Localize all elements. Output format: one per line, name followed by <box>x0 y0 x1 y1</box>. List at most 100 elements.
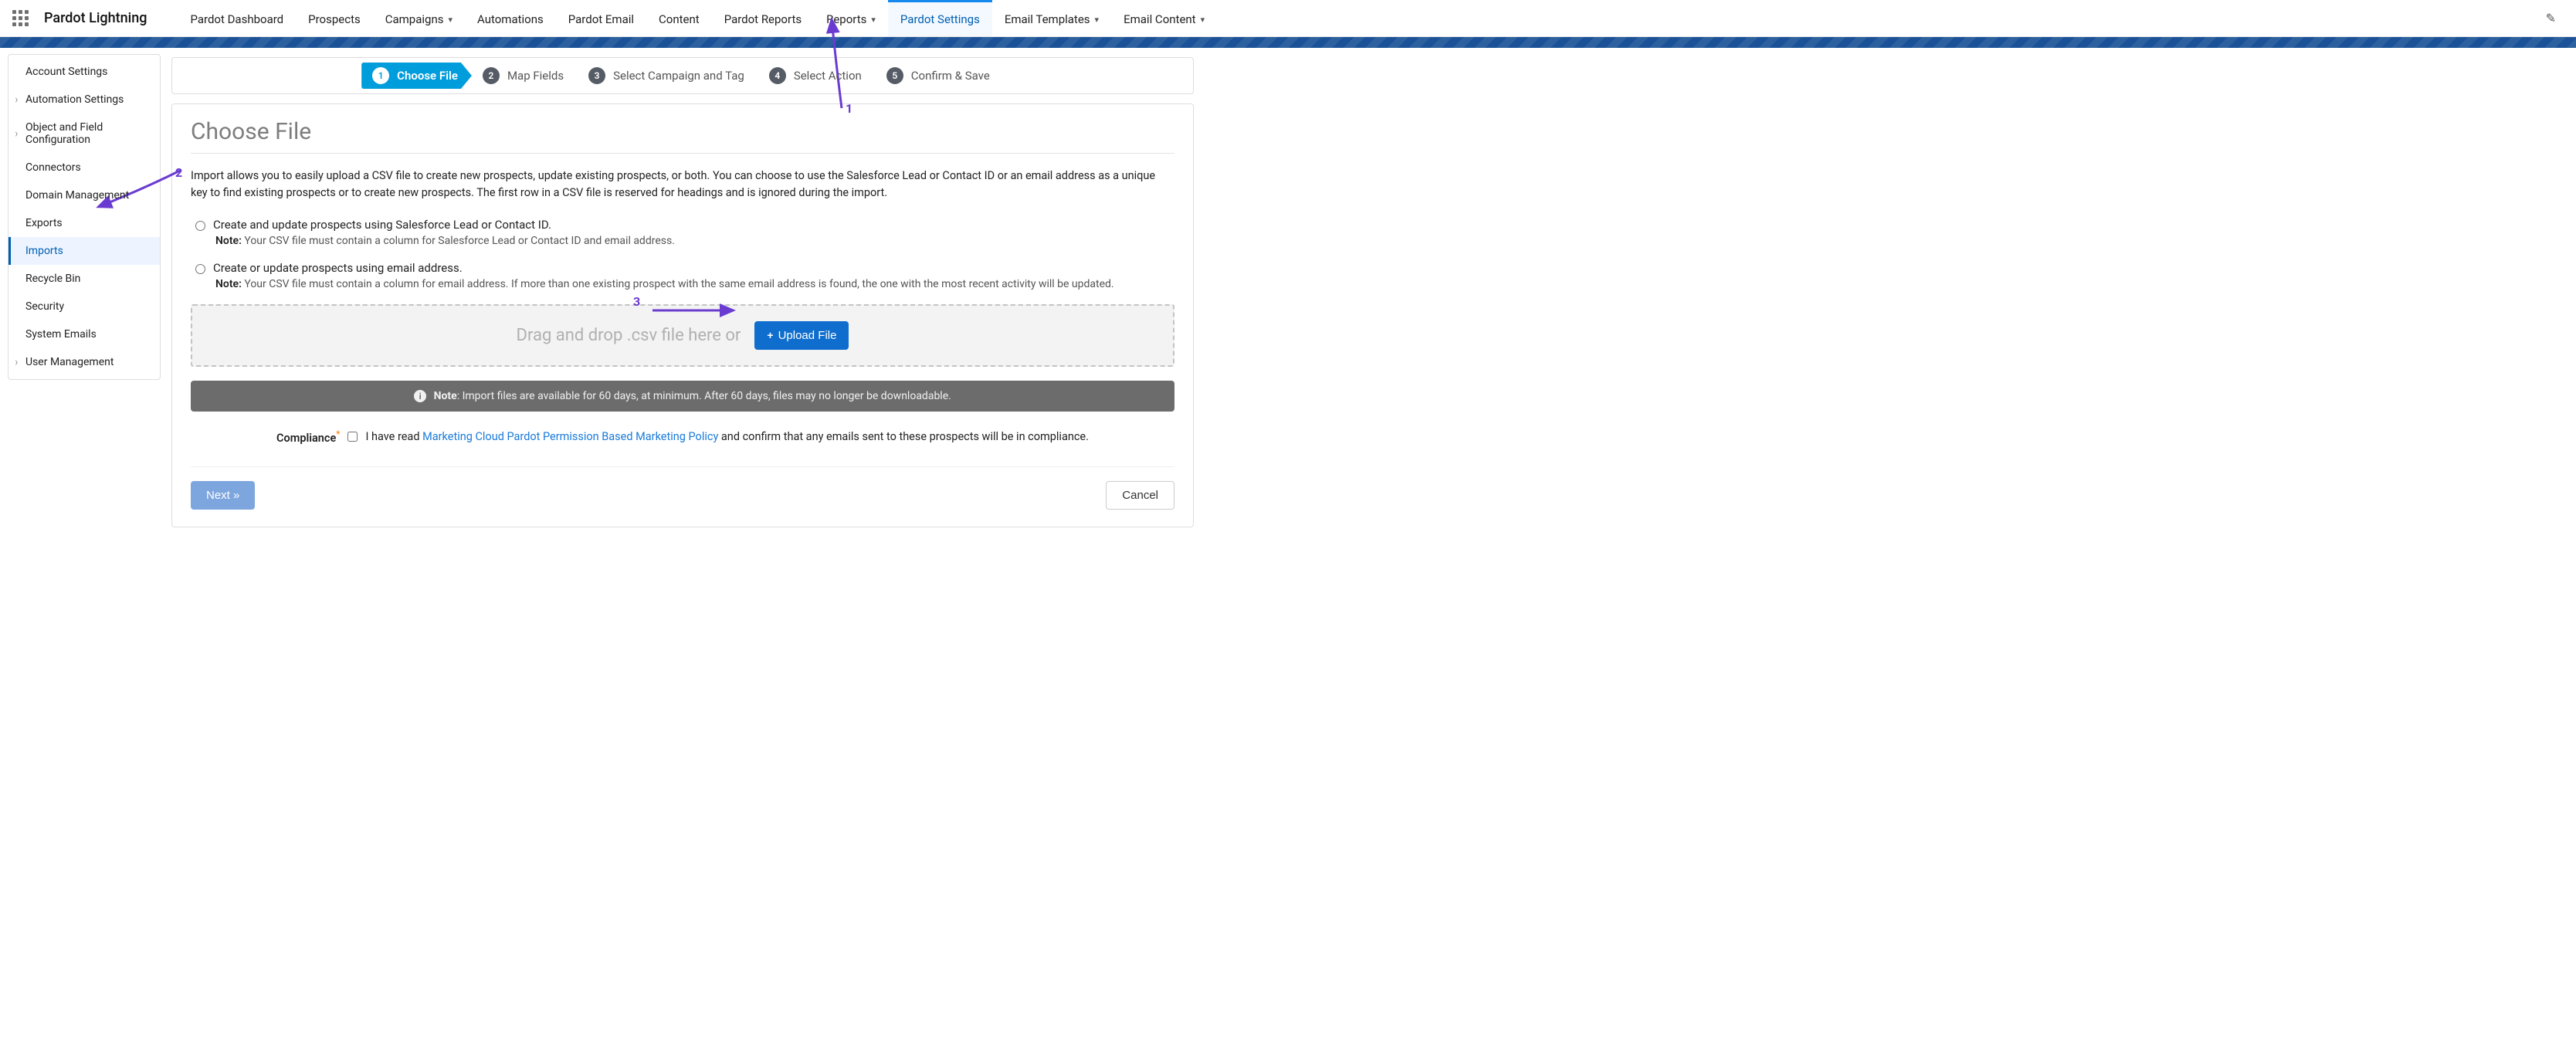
wizard-step-1[interactable]: 1 Choose File <box>361 63 472 89</box>
compliance-policy-link[interactable]: Marketing Cloud Pardot Permission Based … <box>422 430 718 443</box>
sidebar-item-recycle-bin[interactable]: Recycle Bin <box>8 265 160 293</box>
option-1-note: Note: Your CSV file must contain a colum… <box>215 235 1174 247</box>
nav-tab-label: Email Content <box>1124 12 1196 26</box>
next-button[interactable]: Next » <box>191 481 255 510</box>
chevron-down-icon[interactable]: ▾ <box>871 15 876 25</box>
option-1-radio[interactable] <box>195 221 205 231</box>
compliance-checkbox[interactable] <box>347 432 358 442</box>
nav-tab-automations[interactable]: Automations <box>465 0 556 36</box>
sidebar-item-domain-management[interactable]: Domain Management <box>8 181 160 209</box>
chevron-down-icon[interactable]: ▾ <box>1095 15 1100 25</box>
option-2-note: Note: Your CSV file must contain a colum… <box>215 278 1174 290</box>
wizard-steps: 1 Choose File 2 Map Fields 3 Select Campaign … <box>171 57 1194 94</box>
edit-pencil-icon[interactable]: ✎ <box>2546 11 2556 25</box>
plus-icon: + <box>767 329 773 341</box>
app-launcher-icon[interactable] <box>12 10 29 26</box>
compliance-text: I have read Marketing Cloud Pardot Permi… <box>365 430 1089 443</box>
chevron-down-icon[interactable]: ▾ <box>448 15 452 25</box>
step-label: Choose File <box>397 69 458 83</box>
step-number-badge: 3 <box>588 67 605 84</box>
import-card: Choose File Import allows you to easily … <box>171 103 1194 527</box>
option-1-block: Create and update prospects using Salesf… <box>195 218 1174 247</box>
step-number-badge: 4 <box>769 67 786 84</box>
nav-tab-email-content[interactable]: Email Content ▾ <box>1111 0 1217 36</box>
top-nav: Pardot Lightning Pardot Dashboard Prospec… <box>0 0 2576 37</box>
sidebar-item-label: Exports <box>25 217 63 229</box>
sidebar-item-label: Object and Field Configuration <box>25 121 151 146</box>
upload-file-label: Upload File <box>778 329 837 342</box>
step-label: Select Campaign and Tag <box>613 69 744 83</box>
sidebar-item-account-settings[interactable]: Account Settings <box>8 58 160 86</box>
dropzone-text: Drag and drop .csv file here or <box>517 326 741 345</box>
nav-tab-label: Pardot Dashboard <box>190 12 283 26</box>
step-number-badge: 1 <box>372 67 389 84</box>
page-heading: Choose File <box>191 118 1174 145</box>
option-2[interactable]: Create or update prospects using email a… <box>195 261 1174 275</box>
nav-tab-prospects[interactable]: Prospects <box>296 0 373 36</box>
nav-tab-email-templates[interactable]: Email Templates ▾ <box>992 0 1111 36</box>
sidebar-item-label: Connectors <box>25 161 81 174</box>
nav-tab-label: Content <box>659 12 700 26</box>
sidebar-item-exports[interactable]: Exports <box>8 209 160 237</box>
chevron-down-icon[interactable]: ▾ <box>1201 15 1205 25</box>
sidebar-item-label: Recycle Bin <box>25 273 80 285</box>
intro-text: Import allows you to easily upload a CSV… <box>191 168 1174 202</box>
nav-tab-label: Pardot Email <box>568 12 634 26</box>
nav-tab-pardot-dashboard[interactable]: Pardot Dashboard <box>178 0 296 36</box>
wizard-step-2[interactable]: 2 Map Fields <box>472 63 578 89</box>
compliance-row: Compliance* I have read Marketing Cloud … <box>191 429 1174 445</box>
info-icon: i <box>414 390 426 402</box>
sidebar-item-security[interactable]: Security <box>8 293 160 320</box>
nav-tab-reports[interactable]: Reports ▾ <box>814 0 888 36</box>
app-title: Pardot Lightning <box>44 10 147 26</box>
sidebar-item-system-emails[interactable]: System Emails <box>8 320 160 348</box>
sidebar-item-label: Domain Management <box>25 189 129 202</box>
note-bar: i Note: Import files are available for 6… <box>191 381 1174 412</box>
option-2-label: Create or update prospects using email a… <box>213 261 463 275</box>
option-1[interactable]: Create and update prospects using Salesf… <box>195 218 1174 232</box>
nav-tab-label: Campaigns <box>385 12 444 26</box>
decorative-strip <box>0 37 2576 48</box>
step-number-badge: 2 <box>483 67 500 84</box>
sidebar-item-automation-settings[interactable]: Automation Settings <box>8 86 160 114</box>
option-2-block: Create or update prospects using email a… <box>195 261 1174 290</box>
sidebar-item-label: Automation Settings <box>25 93 124 106</box>
option-1-label: Create and update prospects using Salesf… <box>213 218 551 232</box>
card-footer: Next » Cancel <box>191 466 1174 510</box>
sidebar-item-connectors[interactable]: Connectors <box>8 154 160 181</box>
nav-tab-pardot-settings[interactable]: Pardot Settings <box>888 0 992 36</box>
sidebar-item-label: System Emails <box>25 328 97 341</box>
step-label: Map Fields <box>507 69 564 83</box>
upload-file-button[interactable]: + Upload File <box>754 321 849 350</box>
divider <box>191 153 1174 154</box>
settings-sidebar: Account Settings Automation Settings Objec… <box>8 54 161 380</box>
nav-tab-label: Automations <box>477 12 544 26</box>
sidebar-item-label: Imports <box>25 245 63 257</box>
nav-tab-pardot-email[interactable]: Pardot Email <box>556 0 646 36</box>
wizard-step-3[interactable]: 3 Select Campaign and Tag <box>578 63 758 89</box>
option-2-radio[interactable] <box>195 264 205 274</box>
nav-tab-content[interactable]: Content <box>646 0 712 36</box>
sidebar-item-label: User Management <box>25 356 114 368</box>
nav-tab-label: Reports <box>826 12 866 26</box>
cancel-button[interactable]: Cancel <box>1106 481 1174 510</box>
step-label: Confirm & Save <box>911 69 990 83</box>
nav-tab-label: Pardot Settings <box>900 12 980 26</box>
step-number-badge: 5 <box>886 67 903 84</box>
required-asterisk-icon: * <box>336 429 340 439</box>
wizard-step-5[interactable]: 5 Confirm & Save <box>876 63 1004 89</box>
nav-tab-label: Prospects <box>308 12 361 26</box>
nav-tab-campaigns[interactable]: Campaigns ▾ <box>373 0 465 36</box>
sidebar-item-label: Account Settings <box>25 66 107 78</box>
sidebar-item-user-management[interactable]: User Management <box>8 348 160 376</box>
nav-tab-label: Pardot Reports <box>724 12 802 26</box>
file-dropzone[interactable]: Drag and drop .csv file here or + Upload… <box>191 304 1174 367</box>
nav-tab-pardot-reports[interactable]: Pardot Reports <box>712 0 814 36</box>
wizard-step-4[interactable]: 4 Select Action <box>758 63 876 89</box>
nav-tab-label: Email Templates <box>1005 12 1090 26</box>
sidebar-item-object-and-field-configuration[interactable]: Object and Field Configuration <box>8 114 160 154</box>
step-label: Select Action <box>794 69 862 83</box>
sidebar-item-label: Security <box>25 300 64 313</box>
sidebar-item-imports[interactable]: Imports <box>8 237 160 265</box>
compliance-label: Compliance <box>276 432 336 445</box>
